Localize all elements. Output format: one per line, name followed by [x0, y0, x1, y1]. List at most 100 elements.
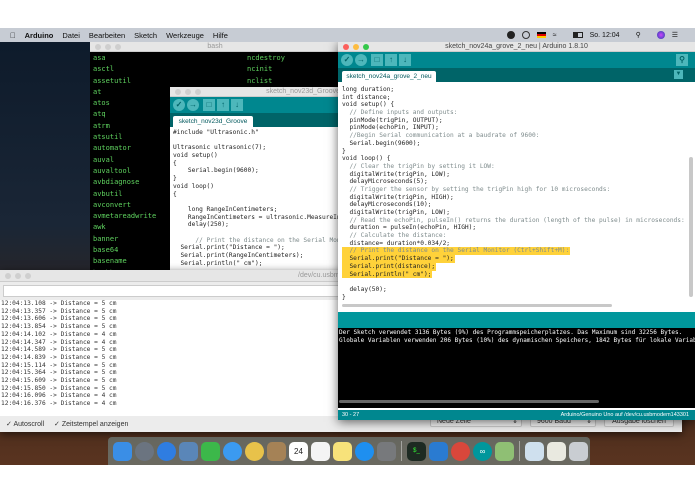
- wifi-icon[interactable]: ≈: [553, 32, 557, 39]
- window-titlebar[interactable]: sketch_nov24a_grove_2_neu | Arduino 1.8.…: [338, 42, 695, 52]
- tab-sketch[interactable]: sketch_nov24a_grove_2_neu: [342, 71, 436, 82]
- maps-icon[interactable]: [495, 441, 514, 461]
- console-scrollbar[interactable]: [339, 400, 599, 403]
- chrome-icon[interactable]: [451, 441, 470, 461]
- tab-bar: sketch_nov23d_Groove: [170, 113, 342, 127]
- documents-icon[interactable]: [547, 441, 566, 461]
- open-button[interactable]: ↑: [217, 99, 229, 111]
- photos-icon[interactable]: [245, 441, 264, 461]
- window-title: sketch_nov24a_grove_2_neu | Arduino 1.8.…: [445, 43, 588, 50]
- code-line: digitalWrite(trigPin, HIGH);: [342, 193, 454, 201]
- calendar-icon[interactable]: 24: [289, 441, 308, 461]
- clock[interactable]: So. 12:04: [590, 32, 620, 39]
- verify-button[interactable]: ✓: [341, 54, 353, 66]
- menu-sketch[interactable]: Sketch: [134, 31, 157, 40]
- code-line: Serial.print("Distance = ");: [342, 255, 455, 263]
- horizontal-scrollbar[interactable]: [342, 304, 612, 307]
- menu-bearbeiten[interactable]: Bearbeiten: [89, 31, 125, 40]
- code-line: // Read the echoPin, pulseIn() returns t…: [342, 216, 685, 224]
- new-button[interactable]: □: [203, 99, 215, 111]
- timestamp-label: Zeitstempel anzeigen: [61, 421, 129, 428]
- toolbar: ✓ → □ ↑ ↓: [170, 97, 342, 113]
- window-controls[interactable]: [175, 89, 201, 95]
- terminal-line: atq: [93, 110, 106, 119]
- battery-icon[interactable]: [572, 32, 583, 38]
- upload-button[interactable]: →: [355, 54, 367, 66]
- apple-icon[interactable]: : [10, 31, 16, 40]
- code-line: {: [173, 190, 177, 198]
- minimize-button[interactable]: [353, 44, 359, 50]
- notification-center-icon[interactable]: ☰: [672, 31, 678, 39]
- code-line: delayMicroseconds(10);: [342, 201, 432, 209]
- terminal-icon[interactable]: $_: [407, 441, 426, 461]
- window-controls[interactable]: [95, 44, 121, 50]
- safari-icon[interactable]: [157, 441, 176, 461]
- code-line: int distance;: [342, 93, 391, 101]
- zoom-button[interactable]: [363, 44, 369, 50]
- downloads-icon[interactable]: [525, 441, 544, 461]
- window-titlebar[interactable]: sketch_nov23d_Groove: [170, 87, 342, 97]
- tab-sketch[interactable]: sketch_nov23d_Groove: [173, 116, 253, 127]
- arduino-main-window[interactable]: sketch_nov24a_grove_2_neu | Arduino 1.8.…: [338, 42, 695, 420]
- trash-icon[interactable]: [569, 441, 588, 461]
- code-line: }: [342, 293, 346, 301]
- terminal-line: assetutil: [93, 76, 131, 85]
- siri-icon[interactable]: [656, 31, 665, 39]
- finder-icon[interactable]: [113, 441, 132, 461]
- upload-button[interactable]: →: [187, 99, 199, 111]
- terminal-titlebar[interactable]: bash: [90, 42, 340, 52]
- new-button[interactable]: □: [371, 54, 383, 66]
- dock-separator: [401, 441, 402, 461]
- code-editor[interactable]: long duration; int distance; void setup() …: [338, 82, 695, 304]
- code-line: Serial.println(" cm");: [342, 270, 433, 279]
- terminal-line: basename: [93, 257, 127, 266]
- terminal-line: awk: [93, 223, 106, 232]
- menu-datei[interactable]: Datei: [62, 31, 80, 40]
- board-port-indicator: Arduino/Genuino Uno auf /dev/cu.usbmodem…: [560, 412, 689, 418]
- launchpad-icon[interactable]: [135, 441, 154, 461]
- spotlight-search-icon[interactable]: ⚲: [636, 31, 641, 39]
- menu-app-name[interactable]: Arduino: [25, 31, 54, 40]
- close-button[interactable]: [343, 44, 349, 50]
- timestamp-checkbox[interactable]: ✓ Zeitstempel anzeigen: [54, 420, 128, 428]
- sketch-window-groove[interactable]: sketch_nov23d_Groove ✓ → □ ↑ ↓ sketch_no…: [170, 87, 342, 272]
- code-editor[interactable]: #include "Ultrasonic.h" Ultrasonic ultra…: [170, 127, 342, 272]
- messages-icon[interactable]: [223, 441, 242, 461]
- contacts-icon[interactable]: [267, 441, 286, 461]
- console-line: Globale Variablen verwenden 206 Bytes (1…: [339, 337, 695, 344]
- terminal-line: auval: [93, 155, 115, 164]
- app-store-icon[interactable]: [355, 441, 374, 461]
- console-output[interactable]: Der Sketch verwendet 3136 Bytes (9%) des…: [338, 328, 695, 408]
- menu-werkzeuge[interactable]: Werkzeuge: [166, 31, 204, 40]
- tab-menu-chevron-icon[interactable]: ▼: [674, 70, 683, 79]
- window-controls[interactable]: [343, 44, 369, 50]
- serial-monitor-button[interactable]: ⚲: [676, 54, 688, 66]
- dock: 24 $_ ∞: [108, 437, 590, 465]
- status-bar: 30 - 27 Arduino/Genuino Uno auf /dev/cu.…: [338, 410, 695, 420]
- system-preferences-icon[interactable]: [377, 441, 396, 461]
- status-app-icon[interactable]: [506, 31, 515, 39]
- save-button[interactable]: ↓: [399, 54, 411, 66]
- verify-button[interactable]: ✓: [173, 99, 185, 111]
- autoscroll-checkbox[interactable]: ✓ Autoscroll: [6, 420, 44, 428]
- time-machine-icon[interactable]: [521, 31, 530, 39]
- terminal-column-1: asa asctl assetutil at atos atq atrm atsutil aut…: [93, 53, 156, 272]
- menu-hilfe[interactable]: Hilfe: [213, 31, 228, 40]
- open-button[interactable]: ↑: [385, 54, 397, 66]
- arduino-icon[interactable]: ∞: [473, 441, 492, 461]
- vertical-scrollbar[interactable]: [689, 157, 693, 297]
- preview-icon[interactable]: [179, 441, 198, 461]
- window-controls[interactable]: [5, 273, 31, 279]
- save-button[interactable]: ↓: [231, 99, 243, 111]
- terminal-line: avconvert: [93, 200, 131, 209]
- toolbar: ✓ → □ ↑ ↓ ⚲: [338, 52, 695, 68]
- facetime-icon[interactable]: [201, 441, 220, 461]
- notes-icon[interactable]: [333, 441, 352, 461]
- reminders-icon[interactable]: [311, 441, 330, 461]
- keyboard-flag-icon[interactable]: [536, 32, 546, 38]
- code-line: distance= duration*0.034/2;: [342, 239, 451, 247]
- vscode-icon[interactable]: [429, 441, 448, 461]
- code-line: long duration;: [342, 86, 395, 93]
